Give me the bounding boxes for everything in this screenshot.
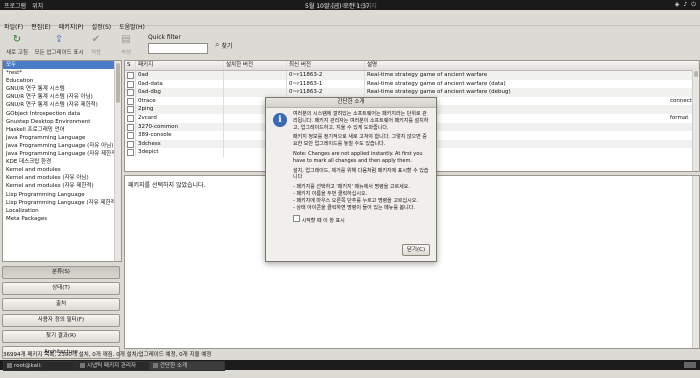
column-status[interactable]: S [125, 61, 136, 70]
info-icon: i [273, 113, 287, 127]
section-item[interactable]: GNU/R 연구 통계 시스템 (자유 제한적) [3, 101, 121, 109]
section-item[interactable]: Haskell 프로그래밍 언어 [3, 126, 121, 134]
section-item[interactable]: Lisp Programming Language (자유 제한적) [3, 199, 121, 207]
status-checkbox[interactable] [127, 89, 134, 97]
sections-button[interactable]: 분류(S) [2, 266, 120, 279]
close-button[interactable]: 닫기(C) [402, 244, 430, 256]
dialog-body: 여러분의 시스템에 깔려있는 소프트웨어는 패키지라는 단위로 관리됩니다. 패… [293, 111, 431, 225]
custom-filters-button[interactable]: 사용자 정의 필터(F) [2, 314, 120, 327]
section-item[interactable]: Education [3, 77, 121, 85]
section-item[interactable]: Kernel and modules [3, 166, 121, 174]
terminal-icon [7, 363, 12, 368]
column-package[interactable]: 패키지 [136, 61, 224, 70]
reload-icon: ↻ [12, 34, 22, 45]
reload-button[interactable]: ↻ 새로 고침 [4, 34, 30, 56]
scrollbar-thumb[interactable] [116, 63, 120, 103]
section-item[interactable]: Java Programming Language [3, 134, 121, 142]
section-item[interactable]: Java Programming Language (자유 아님) [3, 142, 121, 150]
search-results-button[interactable]: 찾기 결과(R) [2, 330, 120, 343]
search-button[interactable]: ⌕ 찾기 [215, 40, 233, 50]
section-item[interactable]: *rest* [3, 69, 121, 77]
status-checkbox[interactable] [127, 97, 134, 105]
column-description[interactable]: 설명 [365, 61, 699, 70]
status-checkbox[interactable] [127, 123, 134, 131]
dialog-title: 간단한 소개 [266, 98, 436, 108]
sidebar-scrollbar[interactable] [114, 61, 121, 261]
show-on-startup-checkbox[interactable] [293, 215, 300, 223]
section-item[interactable]: GObject Introspection data [3, 110, 121, 118]
section-item[interactable]: Lisp Programming Language [3, 191, 121, 199]
table-row[interactable]: 0ad 0~r11863-2 Real-time strategy game of … [125, 71, 699, 80]
table-header: S 패키지 설치한 버전 최신 버전 설명 [125, 61, 699, 71]
status-checkbox[interactable] [127, 114, 134, 122]
toolbar: ↻ 새로 고침 ⇪ 모든 업그레이드 표시 ✔ 적용 ▤ 속성 [0, 28, 700, 58]
status-button[interactable]: 상태(T) [2, 282, 120, 295]
column-installed-version[interactable]: 설치한 버전 [224, 61, 287, 70]
dialog-icon [153, 363, 158, 368]
status-bar: 36994개 패키지 목록, 2390개 설치, 0개 깨짐. 0개 설치/업그… [3, 352, 212, 358]
mark-all-upgrades-button[interactable]: ⇪ 모든 업그레이드 표시 [32, 34, 86, 56]
scrollbar-thumb[interactable] [694, 71, 698, 77]
dialog-bullet: - 패키지를 선택하고 '패키지' 메뉴에서 명령을 고르세요. [293, 184, 410, 191]
status-checkbox[interactable] [127, 72, 134, 79]
properties-icon: ▤ [121, 34, 131, 45]
origin-button[interactable]: 출처 [2, 298, 120, 311]
column-latest-version[interactable]: 최신 버전 [287, 61, 365, 70]
apply-button[interactable]: ✔ 적용 [87, 34, 105, 56]
dialog-paragraph: 설치, 업그레이드, 제거를 위해 다음처럼 패키지에 표시할 수 있습니다 [293, 167, 429, 181]
section-item[interactable]: KDE 데스크탑 환경 [3, 158, 121, 166]
section-item[interactable]: Kernel and modules (자유 아님) [3, 174, 121, 182]
dialog-bullet: - 상태 아이콘을 클릭하면 명령이 들어 있는 메뉴를 봅니다. [293, 204, 415, 211]
window-title: 시냅틱 패키지 관리자 [323, 3, 377, 10]
table-row[interactable]: 0ad-dbg 0~r11863-2 Real-time strategy game… [125, 88, 699, 97]
section-item[interactable]: Kernel and modules (자유 제한적) [3, 182, 121, 190]
workspace-switcher[interactable] [684, 362, 696, 368]
menubar: 시냅틱 패키지 관리자 파일(F) 편집(E) 패키지(P) 설정(S) 도움말… [0, 3, 700, 31]
dialog-bullet: - 패키지에 마우스 오른쪽 단추를 누르고 명령을 고르십시오. [293, 197, 418, 204]
table-row[interactable]: 0ad-data 0~r11863-1 Real-time strategy gam… [125, 79, 699, 89]
section-item[interactable]: GNU/R 연구 통계 시스템 [3, 85, 121, 93]
no-package-selected-text: 패키지를 선택하지 않았습니다. [128, 182, 206, 189]
show-on-startup-row[interactable]: 시작할 때 이 창 표시 [293, 214, 431, 225]
status-checkbox[interactable] [127, 132, 134, 140]
details-scrollbar[interactable] [692, 176, 699, 348]
filter-buttons: 분류(S) 상태(T) 출처 사용자 정의 필터(F) 찾기 결과(R) Arc… [2, 266, 120, 362]
upgrade-icon: ⇪ [54, 34, 64, 45]
section-item[interactable]: Java Programming Language (자유 제한적) [3, 150, 121, 158]
properties-button[interactable]: ▤ 속성 [117, 34, 135, 56]
dialog-note: Note: Changes are not applied instantly.… [293, 150, 423, 164]
section-item[interactable]: Localization [3, 207, 121, 215]
dialog-bullet: - 패키지 이름을 두번 클릭하십시오. [293, 190, 368, 197]
intro-dialog: 간단한 소개 i 여러분의 시스템에 깔려있는 소프트웨어는 패키지라는 단위로… [265, 97, 437, 262]
quick-filter-label: Quick filter [148, 34, 181, 41]
section-item[interactable]: GNU/R 연구 통계 시스템 (자유 아님) [3, 93, 121, 101]
show-on-startup-label: 시작할 때 이 창 표시 [301, 218, 345, 225]
taskbar: root@kali: ~/malware... 시냅틱 패키지 관리자 간단한 … [0, 360, 700, 377]
synaptic-icon [80, 363, 85, 368]
section-list[interactable]: 모두 *rest* Education GNU/R 연구 통계 시스템 GNU/… [2, 60, 122, 262]
quick-filter-input[interactable] [148, 43, 208, 54]
dialog-paragraph: 패키지 정보를 정기적으로 새로 고쳐야 합니다. 그렇지 않으면 중요한 보안… [293, 134, 427, 148]
status-checkbox[interactable] [127, 80, 134, 88]
status-checkbox[interactable] [127, 106, 134, 114]
section-item[interactable]: 모두 [3, 61, 121, 70]
section-item[interactable]: Gnustep Desktop Environment [3, 118, 121, 126]
dialog-paragraph: 여러분의 시스템에 깔려있는 소프트웨어는 패키지라는 단위로 관리됩니다. 패… [293, 111, 429, 131]
apply-icon: ✔ [91, 34, 101, 45]
search-icon: ⌕ [215, 40, 220, 49]
status-checkbox[interactable] [127, 140, 134, 148]
status-checkbox[interactable] [127, 149, 134, 157]
table-scrollbar[interactable] [692, 70, 699, 171]
section-item[interactable]: Meta Packages [3, 215, 121, 223]
